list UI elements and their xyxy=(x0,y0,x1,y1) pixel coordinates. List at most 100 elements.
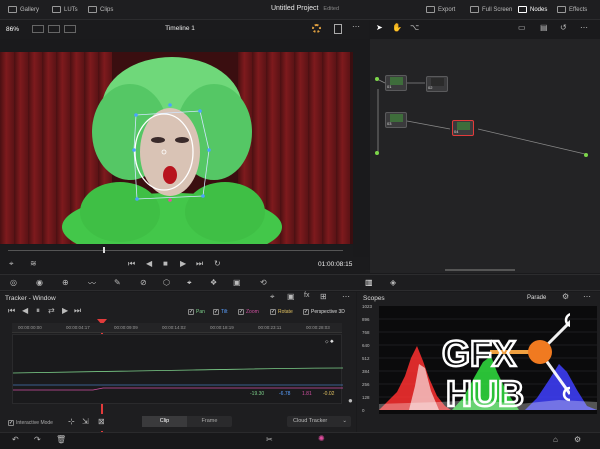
rotate-checkbox[interactable]: ✓ Rotate xyxy=(270,309,293,315)
scrubber-handle[interactable] xyxy=(103,247,105,253)
export-button[interactable]: Export xyxy=(426,6,455,13)
luts-button[interactable]: LUTs xyxy=(52,6,78,13)
hand-tool-icon[interactable]: ✋ xyxy=(392,23,402,32)
clips-button[interactable]: Clips xyxy=(88,6,113,13)
tracker-icon[interactable]: ⌖ xyxy=(187,278,192,288)
gallery-icon xyxy=(8,6,17,13)
clips-icon xyxy=(88,6,97,13)
blur-icon[interactable]: ❖ xyxy=(210,278,217,287)
undo-icon[interactable]: ↶ xyxy=(12,435,19,444)
color-wheel-icon[interactable] xyxy=(312,24,321,33)
gallery-button[interactable]: Gallery xyxy=(8,6,39,13)
node-02[interactable]: 02 xyxy=(426,76,448,92)
settings-gear-icon[interactable]: ⚙ xyxy=(574,435,581,444)
viewer-scrubber[interactable] xyxy=(0,245,353,257)
loop-icon[interactable]: ↻ xyxy=(214,259,221,268)
home-icon[interactable]: ⌂ xyxy=(553,435,558,444)
timecode-label: 00:00:09:09 xyxy=(114,325,138,330)
timecode-label: 00:00:00:00 xyxy=(18,325,42,330)
split-screen-icon[interactable] xyxy=(334,24,342,34)
wipe-icon[interactable] xyxy=(64,25,76,33)
info-icon[interactable]: ◈ xyxy=(390,278,396,287)
frame-tab[interactable]: Frame xyxy=(187,416,232,427)
tracker-target-icon[interactable]: ⌖ xyxy=(9,259,14,269)
step-back-icon[interactable]: ◀ xyxy=(146,259,152,268)
node-layout-icon[interactable]: ⌥ xyxy=(410,23,419,32)
more-options-icon[interactable]: ⋯ xyxy=(352,22,360,31)
sizing-icon[interactable]: ⟲ xyxy=(260,278,267,287)
pan-value: -19.30 xyxy=(250,391,265,397)
node-scrollbar[interactable] xyxy=(445,269,515,271)
redo-icon[interactable]: ↷ xyxy=(34,435,41,444)
key-icon[interactable]: ▣ xyxy=(233,278,241,287)
curves-icon[interactable]: 〰 xyxy=(88,278,96,289)
tracker-crosshair-icon[interactable]: ⌖ xyxy=(270,292,275,302)
full-screen-button[interactable]: Full Screen xyxy=(470,6,512,13)
qualifier-icon[interactable]: ✎ xyxy=(114,278,121,287)
trash-icon[interactable]: 🗑 xyxy=(56,435,66,444)
zoom-checkbox[interactable]: ✓ Zoom xyxy=(238,309,259,315)
node-editor[interactable]: ➤ ✋ ⌥ ▭ ▤ ↺ ⋯ 01 02 03 04 xyxy=(370,23,600,273)
tracker-camera-icon[interactable]: ▣ xyxy=(287,292,295,301)
track-forward-icon[interactable]: ▶ xyxy=(62,306,68,315)
fx-icon[interactable]: fx xyxy=(304,292,309,299)
primaries-icon[interactable]: ◉ xyxy=(36,278,43,287)
clip-frame-toggle: Clip Frame xyxy=(142,416,232,427)
track-reverse-icon[interactable]: ◀ xyxy=(22,306,28,315)
hdr-icon[interactable]: ⊕ xyxy=(62,278,69,287)
viewer-layout-icon[interactable] xyxy=(32,25,44,33)
zoom-value: 1.81 xyxy=(302,391,312,397)
set-point-icon[interactable]: ⇲ xyxy=(82,417,89,426)
color-wheels-icon[interactable]: ◎ xyxy=(10,278,17,287)
effects-button[interactable]: Effects xyxy=(557,6,587,13)
tracker-more-icon[interactable]: ⋯ xyxy=(342,292,350,301)
node-graph-icon[interactable]: ▤ xyxy=(540,23,548,32)
edit-page-icon[interactable]: ✂ xyxy=(266,435,273,444)
stop-icon[interactable]: ■ xyxy=(163,259,168,268)
node-04[interactable]: 04 xyxy=(452,120,474,136)
eyedropper-icon[interactable]: ⊘ xyxy=(140,278,147,287)
export-icon xyxy=(426,6,435,13)
node-reset-icon[interactable]: ↺ xyxy=(560,23,567,32)
node-clip-icon[interactable]: ▭ xyxy=(518,23,526,32)
layers-icon[interactable]: ≋ xyxy=(30,259,37,268)
track-pause-icon[interactable]: ⏸ xyxy=(36,306,40,316)
scopes-icon[interactable]: ▥ xyxy=(365,278,373,287)
timecode-label: 00:00:28:03 xyxy=(306,325,330,330)
go-to-start-icon[interactable]: ⏮ xyxy=(128,259,135,269)
zoom-level[interactable]: 86% xyxy=(6,26,19,33)
tracker-graph[interactable]: ⬦ ◆ -19.30 -6.78 1.81 -0.02 xyxy=(12,334,343,404)
track-forward-end-icon[interactable]: ⏭ xyxy=(74,306,81,316)
gfxhub-watermark: GFX HUB xyxy=(441,313,570,412)
go-to-end-icon[interactable]: ⏭ xyxy=(196,259,203,269)
tracker-mode-icon[interactable]: ⊞ xyxy=(320,292,327,301)
color-page-icon[interactable]: ✺ xyxy=(318,434,325,443)
window-icon[interactable]: ⬡ xyxy=(163,278,170,287)
tracker-timeline-ruler[interactable]: 00:00:00:00 00:00:04:17 00:00:09:09 00:0… xyxy=(12,323,342,333)
tilt-checkbox[interactable]: ✓ Tilt xyxy=(213,309,227,315)
project-title: Untitled Project Edited xyxy=(270,5,340,12)
pointer-tool-icon[interactable]: ➤ xyxy=(376,23,383,32)
node-03[interactable]: 03 xyxy=(385,112,407,128)
vertical-slider-knob[interactable]: ● xyxy=(348,396,353,405)
timeline-name[interactable]: Timeline 1 xyxy=(150,25,210,32)
track-reverse-start-icon[interactable]: ⏮ xyxy=(8,306,15,316)
play-icon[interactable]: ▶ xyxy=(180,259,186,268)
split-view-icon[interactable] xyxy=(48,25,60,33)
pan-checkbox[interactable]: ✓ Pan xyxy=(188,309,205,315)
track-both-icon[interactable]: ⇄ xyxy=(48,306,55,315)
clip-tab[interactable]: Clip xyxy=(142,416,187,427)
nodes-button[interactable]: Nodes xyxy=(518,6,547,13)
tracker-type-dropdown[interactable]: Cloud Tracker ⌄ xyxy=(287,416,351,427)
perspective-3d-checkbox[interactable]: ✓ Perspective 3D xyxy=(303,309,345,315)
scopes-more-icon[interactable]: ⋯ xyxy=(583,292,591,301)
interactive-mode-checkbox[interactable]: ✓ Interactive Mode xyxy=(8,420,53,426)
node-more-icon[interactable]: ⋯ xyxy=(580,23,588,32)
delete-feature-icon[interactable]: ⊠ xyxy=(98,417,105,426)
node-01[interactable]: 01 xyxy=(385,75,407,91)
video-viewer[interactable] xyxy=(0,52,353,244)
scope-mode-dropdown[interactable]: Parade xyxy=(527,295,546,301)
scope-settings-icon[interactable]: ⚙ xyxy=(562,292,569,301)
add-feature-icon[interactable]: ⊹ xyxy=(68,417,75,426)
viewer-header: 86% Timeline 1 ⋯ xyxy=(0,20,369,39)
